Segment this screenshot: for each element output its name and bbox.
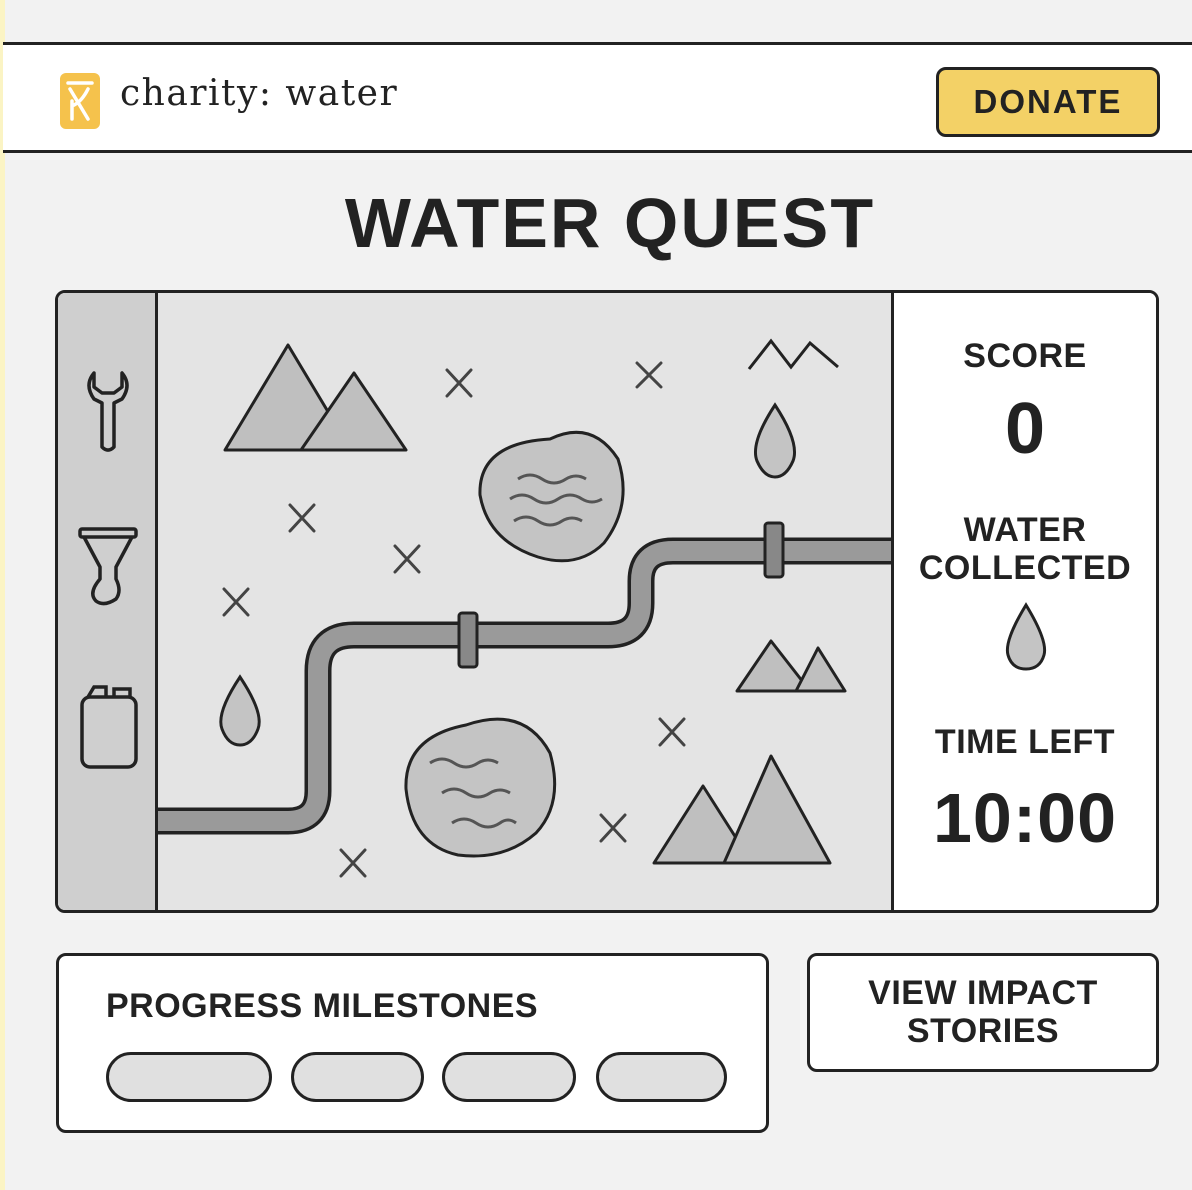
mountain-icon xyxy=(722,754,832,865)
lake-icon xyxy=(478,430,625,563)
time-left-value: 10:00 xyxy=(932,779,1118,857)
impact-label-line1: VIEW IMPACT xyxy=(868,974,1098,1013)
progress-milestones-panel: PROGRESS MILESTONES xyxy=(56,953,769,1133)
water-drop-icon xyxy=(754,402,796,479)
mountain-outline-icon xyxy=(747,338,839,370)
jerrycan-logo-icon[interactable] xyxy=(58,71,102,131)
map-canvas[interactable] xyxy=(158,293,891,910)
wrench-icon[interactable] xyxy=(76,363,140,455)
score-label: SCORE xyxy=(963,337,1087,375)
milestones-title: PROGRESS MILESTONES xyxy=(106,987,539,1025)
water-collected-label-line2: COLLECTED xyxy=(918,549,1132,587)
x-marker-icon xyxy=(658,717,686,747)
x-marker-icon xyxy=(222,587,250,617)
milestone-pill-3[interactable] xyxy=(442,1052,576,1102)
milestone-pill-1[interactable] xyxy=(106,1052,272,1102)
jerrycan-icon[interactable] xyxy=(76,681,140,773)
game-frame: SCORE 0 WATER COLLECTED TIME LEFT 10:00 xyxy=(55,290,1159,913)
milestone-pill-4[interactable] xyxy=(596,1052,727,1102)
stats-panel: SCORE 0 WATER COLLECTED TIME LEFT 10:00 xyxy=(891,293,1156,910)
donate-button[interactable]: DONATE xyxy=(936,67,1160,137)
x-marker-icon xyxy=(635,361,663,389)
water-collected-label-line1: WATER xyxy=(963,511,1087,549)
tool-sidebar xyxy=(58,293,158,910)
x-marker-icon xyxy=(339,848,367,878)
game-title: WATER QUEST xyxy=(344,184,876,262)
view-impact-stories-button[interactable]: VIEW IMPACT STORIES xyxy=(807,953,1159,1072)
water-drop-icon xyxy=(1005,602,1047,671)
x-marker-icon xyxy=(445,368,473,398)
x-marker-icon xyxy=(393,544,421,574)
site-header: charity: water DONATE xyxy=(3,42,1192,153)
milestone-pill-2[interactable] xyxy=(291,1052,424,1102)
time-left-label: TIME LEFT xyxy=(934,723,1116,761)
brand-name[interactable]: charity: water xyxy=(120,76,398,112)
water-drop-icon xyxy=(219,674,261,747)
score-value: 0 xyxy=(1004,389,1046,469)
left-accent-strip xyxy=(0,0,5,1190)
x-marker-icon xyxy=(599,813,627,843)
filter-funnel-icon[interactable] xyxy=(76,523,140,615)
mountain-icon xyxy=(794,646,847,693)
game-map[interactable] xyxy=(158,293,891,910)
lake-icon xyxy=(404,717,557,858)
x-marker-icon xyxy=(288,503,316,533)
impact-label-line2: STORIES xyxy=(906,1011,1060,1050)
